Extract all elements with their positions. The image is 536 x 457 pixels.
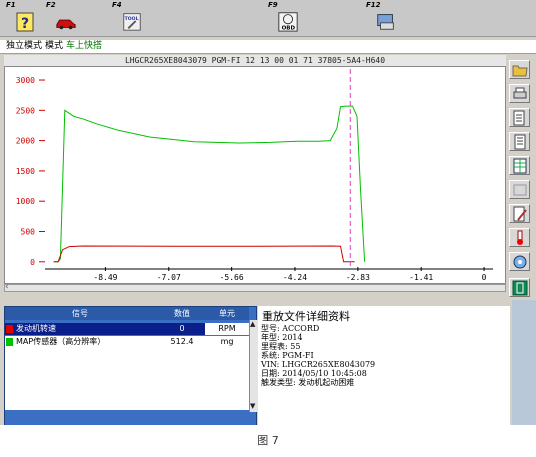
- mode-label: 独立模式: [6, 41, 43, 51]
- detail-vin: VIN: LHGCR265XE8043079: [261, 360, 376, 369]
- details-title: 重放文件详细资料: [262, 310, 350, 323]
- f9-obd-button[interactable]: F9 OBD: [266, 1, 302, 35]
- table-vertical-scrollbar[interactable]: ▲ ▼: [249, 320, 258, 412]
- scroll-up-icon[interactable]: ▲: [250, 320, 255, 328]
- signal-color-swatch: [6, 325, 13, 333]
- signal-color-swatch: [6, 338, 13, 346]
- print-icon: [377, 14, 394, 30]
- signal-unit: RPM: [205, 323, 249, 335]
- header-signal: 信号: [72, 309, 88, 318]
- table-header: 信号 数值 单元: [5, 307, 249, 320]
- header-value: 数值: [174, 309, 190, 318]
- header-unit: 单元: [219, 309, 235, 318]
- scroll-down-icon[interactable]: ▼: [250, 402, 255, 410]
- report-button[interactable]: [509, 132, 530, 151]
- table-empty-area: [5, 348, 249, 410]
- series-line-1: [53, 245, 355, 263]
- x-tick-label: -4.24: [283, 273, 307, 282]
- table-row[interactable]: MAP传感器（高分辨率） 512.4 mg: [5, 336, 249, 348]
- mode-value: 车上快搭: [66, 41, 103, 51]
- chart-area[interactable]: 0 500 1000 1500 2000 2500 3000 -8.49 -7.07 -5.66 -…: [4, 66, 506, 284]
- signal-table: 信号 数值 单元 发动机转速 0 RPM MAP传感器（高分辨率） 512.4 …: [4, 306, 258, 425]
- detail-trigger-type: 触发类型: 发动机起动困难: [261, 378, 355, 387]
- line-chart[interactable]: 0 500 1000 1500 2000 2500 3000 -8.49 -7.07 -5.66 -…: [5, 67, 505, 283]
- signal-value: 512.4: [170, 337, 194, 346]
- print-button[interactable]: [509, 84, 530, 103]
- x-tick-label: 0: [482, 273, 487, 282]
- y-tick-label: 500: [21, 227, 36, 236]
- detail-system: 系统: PGM-FI: [261, 351, 314, 360]
- folder-icon: [512, 65, 528, 77]
- f12-print-button[interactable]: F12: [364, 1, 400, 35]
- table-footer-bar: [5, 412, 256, 425]
- y-tick-label: 0: [30, 258, 35, 267]
- chart-header: LHGCR265XE8043079 PGM-FI 12 13 00 01 71 …: [4, 55, 506, 66]
- right-strip: [512, 300, 536, 425]
- x-tick-label: -7.07: [157, 273, 181, 282]
- car-icon: [56, 19, 76, 30]
- app-window: F1 ? F2 F4 TOOL F9 OBD F12 独立模式 模式 车上快搭 …: [0, 0, 536, 425]
- grid-icon: [513, 158, 527, 174]
- svg-text:?: ?: [21, 16, 29, 32]
- tool-icon: TOOL: [123, 13, 141, 31]
- printer-icon: [513, 87, 527, 99]
- replay-details-panel: 重放文件详细资料 型号: ACCORD 年型: 2014 里程表: 55 系统:…: [258, 306, 510, 425]
- disabled-grid-icon: [513, 184, 527, 196]
- trigger-button[interactable]: [509, 228, 530, 247]
- y-tick-label: 1000: [16, 197, 35, 206]
- scroll-left-icon[interactable]: ‹: [5, 282, 9, 292]
- disc-icon: [513, 255, 527, 269]
- x-tick-label: -5.66: [220, 273, 244, 282]
- x-tick-label: -2.83: [346, 273, 370, 282]
- document-icon: [514, 134, 526, 150]
- x-tick-label: -8.49: [93, 273, 117, 282]
- exit-button[interactable]: [509, 278, 530, 297]
- signal-name: MAP传感器（高分辨率）: [16, 337, 106, 346]
- help-icon: ?: [16, 12, 34, 32]
- x-tick-label: -1.41: [409, 273, 433, 282]
- detail-year: 年型: 2014: [261, 333, 303, 342]
- f4-tool-button[interactable]: F4 TOOL: [110, 1, 146, 35]
- thermometer-icon: [517, 230, 523, 245]
- mode-bar: 独立模式 模式 车上快搭: [0, 40, 536, 54]
- y-tick-label: 3000: [16, 76, 35, 85]
- svg-text:TOOL: TOOL: [125, 16, 139, 22]
- obd-icon: OBD: [278, 12, 298, 32]
- data-list-button[interactable]: [509, 108, 530, 127]
- function-key-bar: F1 ? F2 F4 TOOL F9 OBD F12: [0, 0, 536, 37]
- signal-unit: mg: [220, 337, 234, 346]
- series-line-0: [53, 105, 366, 263]
- table-row[interactable]: 发动机转速 0 RPM: [5, 323, 249, 335]
- disabled-button[interactable]: [509, 180, 530, 199]
- figure-caption: 图 7: [257, 434, 279, 447]
- svg-text:OBD: OBD: [282, 25, 296, 31]
- f2-vehicle-button[interactable]: F2: [44, 1, 80, 35]
- y-tick-label: 1500: [16, 167, 35, 176]
- signal-value: 0: [179, 324, 185, 333]
- detail-odometer: 里程表: 55: [261, 342, 301, 351]
- edit-list-icon: [513, 206, 527, 222]
- open-file-button[interactable]: [509, 60, 530, 79]
- playback-button[interactable]: [509, 252, 530, 271]
- mode-label-2: 模式: [45, 41, 64, 51]
- edit-signals-button[interactable]: [509, 204, 530, 223]
- detail-date: 日期: 2014/05/10 10:45:08: [261, 369, 367, 378]
- y-tick-label: 2500: [16, 106, 35, 115]
- y-tick-label: 2000: [16, 137, 35, 146]
- f1-help-button[interactable]: F1 ?: [4, 1, 40, 35]
- graph-settings-button[interactable]: [509, 156, 530, 175]
- detail-model: 型号: ACCORD: [261, 324, 320, 333]
- list-edit-icon: [513, 110, 525, 126]
- right-toolbar: [509, 60, 531, 300]
- horizontal-scrollbar[interactable]: ‹: [4, 282, 506, 292]
- signal-name: 发动机转速: [16, 324, 56, 333]
- exit-icon: [512, 280, 528, 296]
